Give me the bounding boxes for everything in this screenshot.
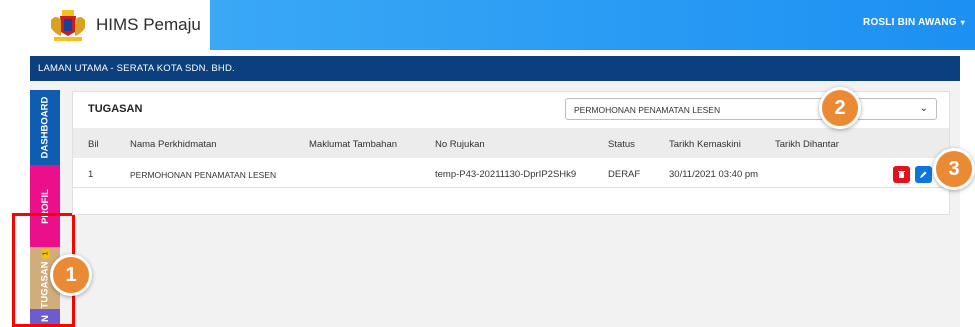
step-marker-2: 2 <box>819 87 861 129</box>
select-value: PERMOHONAN PENAMATAN LESEN <box>574 105 721 115</box>
user-name: ROSLI BIN AWANG <box>863 17 957 28</box>
step-marker-3: 3 <box>933 148 975 190</box>
pencil-icon <box>920 171 927 178</box>
cell-nama: PERMOHONAN PENAMATAN LESEN <box>130 170 277 180</box>
trash-icon <box>898 171 905 178</box>
table-header: Bil Nama Perkhidmatan Maklumat Tambahan … <box>73 128 949 158</box>
cell-rujukan: temp-P43-20211130-DprIP2SHk9 <box>435 169 577 180</box>
column-header: Tarikh Dihantar <box>775 139 839 150</box>
user-menu[interactable]: ROSLI BIN AWANG ▾ <box>863 17 965 28</box>
chevron-down-icon: ⌄ <box>919 103 928 114</box>
column-header: Bil <box>88 139 99 150</box>
caret-down-icon: ▾ <box>960 18 965 27</box>
brand[interactable]: HIMS Pemaju <box>0 0 210 50</box>
table-row: 1 PERMOHONAN PENAMATAN LESEN temp-P43-20… <box>73 158 949 188</box>
cell-status: DERAF <box>608 169 641 180</box>
service-filter-select[interactable]: PERMOHONAN PENAMATAN LESEN ⌄ <box>565 98 937 120</box>
delete-button[interactable] <box>893 166 910 183</box>
edit-button[interactable] <box>915 166 932 183</box>
coat-of-arms-logo <box>51 10 85 41</box>
app-title: HIMS Pemaju <box>96 15 201 34</box>
sidebar-item-dashboard[interactable]: DASHBOARD <box>30 90 60 165</box>
top-navbar: HIMS Pemaju ROSLI BIN AWANG ▾ <box>0 0 975 50</box>
sidebar-item-label: DASHBOARD <box>39 96 51 159</box>
column-header: Nama Perkhidmatan <box>130 139 217 150</box>
column-header: Tarikh Kemaskini <box>669 139 741 150</box>
card-title: TUGASAN <box>88 103 143 115</box>
column-header: Status <box>608 139 635 150</box>
column-header: No Rujukan <box>435 139 485 150</box>
navbar-fill: ROSLI BIN AWANG ▾ <box>210 0 975 50</box>
step-marker-1: 1 <box>50 254 92 296</box>
column-header: Maklumat Tambahan <box>309 139 398 150</box>
cell-bil: 1 <box>88 169 94 180</box>
breadcrumb: LAMAN UTAMA - SERATA KOTA SDN. BHD. <box>30 56 960 81</box>
cell-kemaskini: 30/11/2021 03:40 pm <box>669 169 759 180</box>
